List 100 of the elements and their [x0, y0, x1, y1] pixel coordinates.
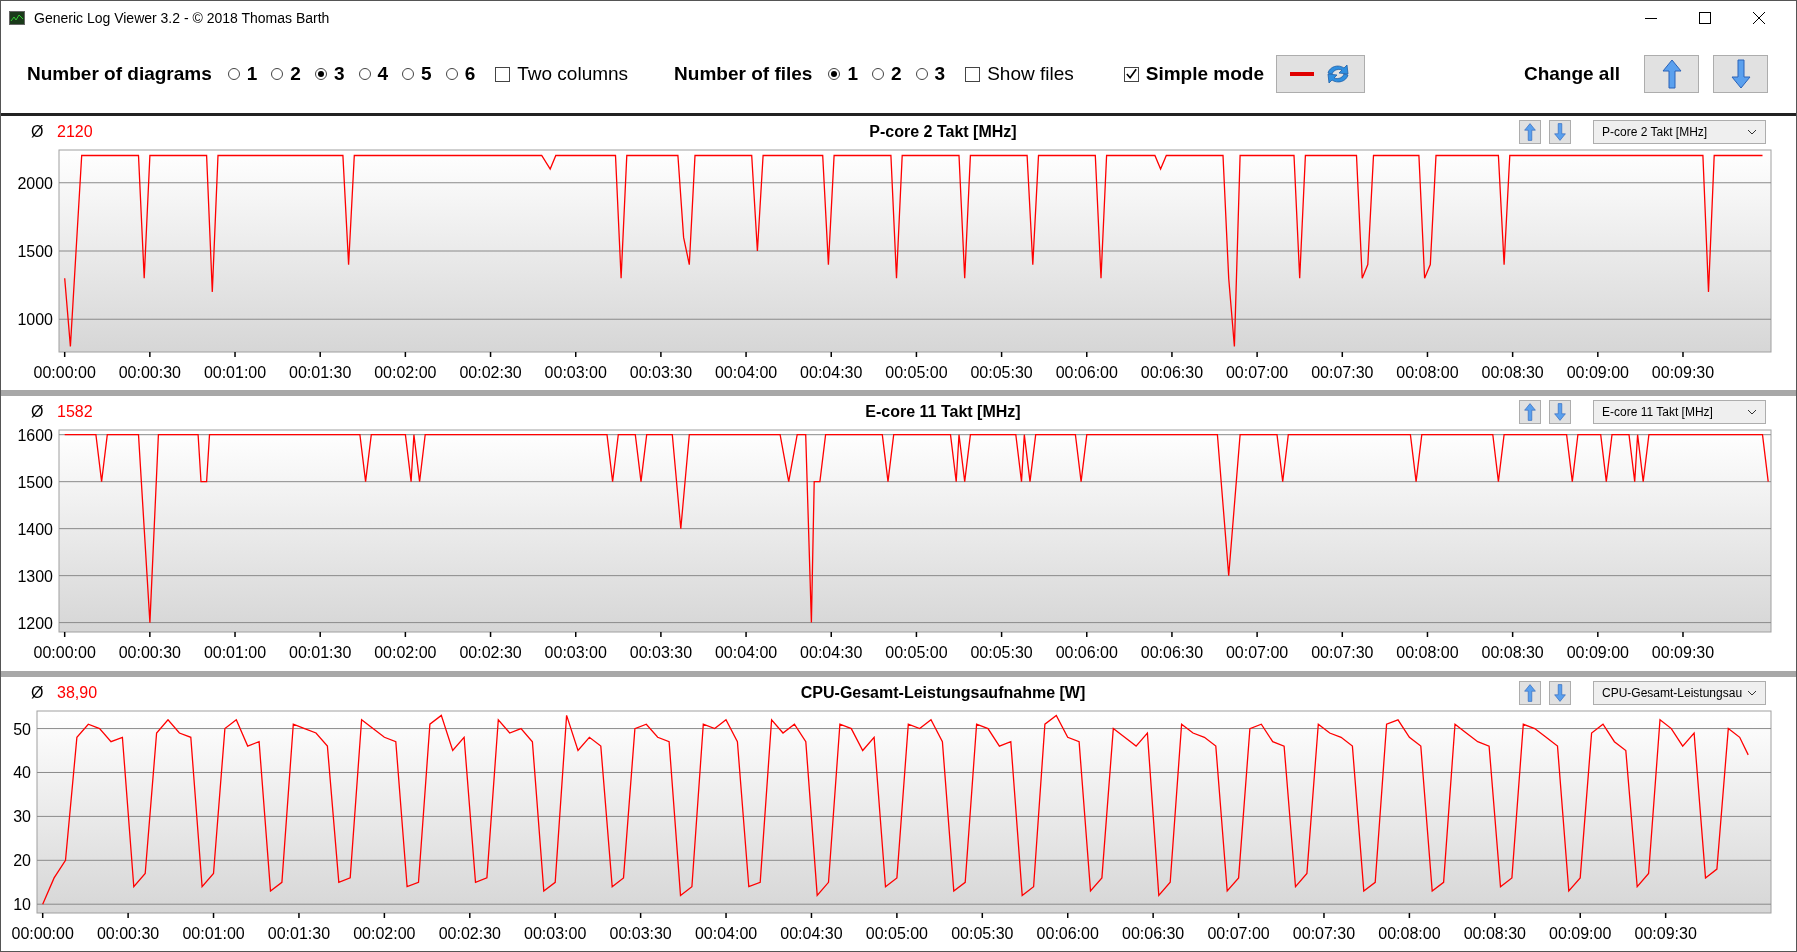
axis-label: 00:08:30 — [1481, 364, 1544, 381]
move-down-button[interactable] — [1549, 680, 1571, 705]
axis-label: 1600 — [17, 428, 53, 445]
down-arrow-icon — [1554, 123, 1566, 141]
average-symbol: Ø — [31, 683, 45, 702]
axis-label: 00:02:00 — [374, 644, 437, 662]
axis-label: 00:00:30 — [118, 364, 181, 381]
axis-label: 00:01:30 — [289, 644, 352, 662]
axis-label: 40 — [13, 764, 31, 782]
axis-label: 00:02:30 — [438, 924, 501, 942]
axis-label: 00:00:00 — [33, 364, 96, 381]
refresh-icon — [1327, 64, 1348, 84]
axis-label: 2000 — [17, 174, 53, 192]
checkbox[interactable]: Show files — [965, 63, 1074, 85]
axis-label: 00:03:30 — [629, 644, 693, 662]
average-symbol: Ø — [31, 123, 45, 141]
axis-label: 00:05:30 — [951, 924, 1014, 942]
channel-dropdown[interactable]: E-core 11 Takt [MHz] — [1593, 400, 1766, 425]
axis-label: 00:03:30 — [609, 924, 672, 942]
axis-label: 00:07:30 — [1311, 644, 1374, 662]
diagram-title: P-core 2 Takt [MHz] — [868, 123, 1018, 141]
axis-label: 00:01:00 — [203, 644, 267, 662]
axis-label: 00:09:00 — [1566, 644, 1629, 662]
radio-option[interactable]: 6 — [445, 63, 476, 85]
radio-option[interactable]: 3 — [314, 63, 345, 85]
move-up-button[interactable] — [1644, 55, 1699, 93]
chevron-down-icon — [1747, 129, 1757, 135]
average-value: 38,90 — [57, 683, 99, 702]
maximize-icon[interactable] — [1698, 11, 1712, 25]
move-up-button[interactable] — [1519, 120, 1541, 144]
channel-dropdown[interactable]: P-core 2 Takt [MHz] — [1593, 120, 1766, 144]
diagram-title: E-core 11 Takt [MHz] — [864, 403, 1022, 422]
axis-label: 00:04:00 — [694, 924, 758, 942]
channel-dropdown[interactable]: CPU-Gesamt-Leistungsau — [1593, 680, 1766, 705]
axis-label: 00:06:00 — [1055, 364, 1118, 381]
axis-label: 00:03:00 — [524, 924, 587, 942]
axis-label: 00:05:30 — [970, 644, 1033, 662]
radio-option[interactable]: 4 — [358, 63, 389, 85]
axis-label: 00:04:30 — [780, 924, 843, 942]
axis-label: 00:09:30 — [1634, 924, 1697, 942]
radio-option[interactable]: 2 — [872, 63, 902, 85]
axis-label: 00:02:00 — [353, 924, 416, 942]
axis-label: 00:05:00 — [865, 924, 928, 942]
down-arrow-icon — [1730, 59, 1751, 89]
change-all-label: Change all — [1523, 63, 1620, 85]
axis-label: 00:04:30 — [800, 644, 863, 662]
axis-label: 00:03:00 — [544, 364, 607, 381]
close-icon[interactable] — [1752, 11, 1766, 25]
move-down-button[interactable] — [1713, 55, 1768, 93]
axis-label: 00:09:30 — [1651, 364, 1715, 381]
average-symbol: Ø — [31, 403, 45, 422]
axis-label: 1300 — [17, 567, 53, 585]
window-title: Generic Log Viewer 3.2 - © 2018 Thomas Barth — [34, 10, 330, 26]
move-down-button[interactable] — [1549, 400, 1571, 425]
axis-label: 00:06:00 — [1055, 644, 1118, 662]
move-up-button[interactable] — [1519, 680, 1541, 705]
axis-label: 00:06:30 — [1122, 924, 1185, 942]
axis-label: 00:08:30 — [1463, 924, 1526, 942]
radio-option[interactable]: 3 — [915, 63, 946, 85]
radio-option[interactable]: 1 — [828, 63, 858, 85]
chevron-down-icon — [1747, 409, 1757, 416]
axis-label: 00:00:00 — [33, 644, 96, 662]
checkbox[interactable]: Two columns — [495, 63, 629, 85]
group-label: Number of diagrams — [27, 63, 212, 85]
axis-label: 00:01:30 — [267, 924, 331, 942]
axis-label: 00:05:30 — [970, 364, 1033, 381]
radio-option[interactable]: 1 — [227, 63, 258, 85]
axis-label: 00:05:00 — [885, 364, 948, 381]
checkbox[interactable]: Simple mode — [1123, 63, 1264, 85]
axis-label: 00:09:00 — [1566, 364, 1629, 381]
axis-label: 00:00:30 — [96, 924, 160, 942]
axis-label: 1200 — [17, 614, 53, 632]
axis-label: 00:01:30 — [289, 364, 352, 381]
average-value: 1582 — [57, 403, 94, 422]
radio-option[interactable]: 2 — [271, 63, 301, 85]
down-arrow-icon — [1554, 683, 1566, 702]
up-arrow-icon — [1524, 123, 1536, 141]
up-arrow-icon — [1524, 403, 1536, 422]
axis-label: 00:08:30 — [1481, 644, 1544, 662]
group-label: Number of files — [674, 63, 813, 85]
axis-label: 00:08:00 — [1396, 364, 1459, 381]
axis-label: 00:07:00 — [1226, 364, 1289, 381]
move-down-button[interactable] — [1549, 120, 1571, 144]
diagram-title: CPU-Gesamt-Leistungsaufnahme [W] — [799, 683, 1087, 702]
axis-label: 00:06:30 — [1140, 644, 1204, 662]
radio-option[interactable]: 5 — [402, 63, 432, 85]
axis-label: 00:02:30 — [459, 364, 522, 381]
app-icon — [9, 11, 25, 25]
axis-label: 00:02:30 — [459, 644, 522, 662]
axis-label: 00:07:00 — [1207, 924, 1270, 942]
axis-label: 00:04:00 — [714, 644, 778, 662]
axis-label: 00:08:00 — [1396, 644, 1459, 662]
swap-button[interactable] — [1276, 55, 1365, 93]
axis-label: 1500 — [17, 474, 53, 491]
axis-label: 00:03:00 — [544, 644, 607, 662]
axis-label: 20 — [13, 851, 31, 869]
move-up-button[interactable] — [1519, 400, 1541, 425]
axis-label: 00:01:00 — [203, 364, 267, 381]
down-arrow-icon — [1554, 403, 1566, 422]
axis-label: 00:07:30 — [1311, 364, 1374, 381]
